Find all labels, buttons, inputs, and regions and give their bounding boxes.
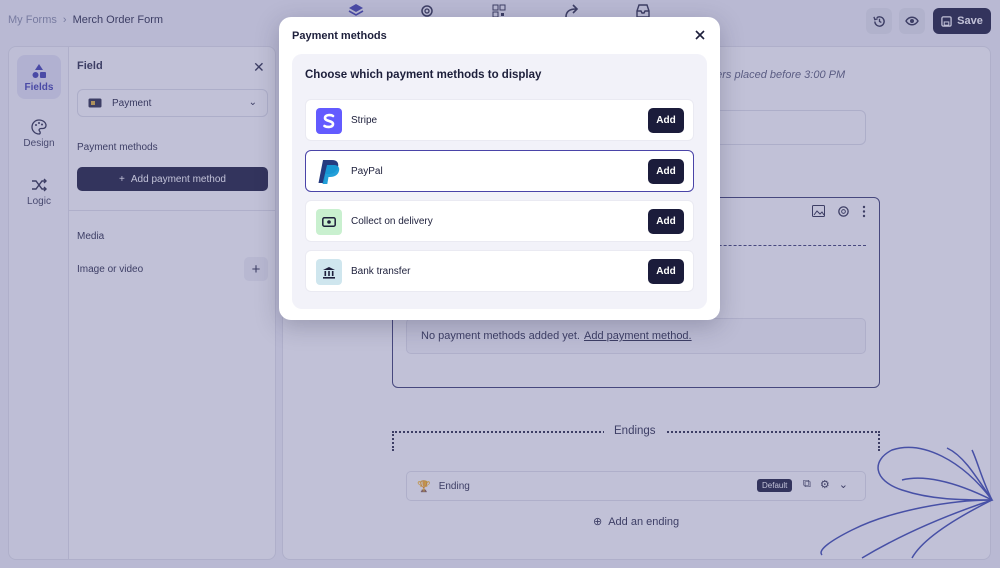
add-stripe-button[interactable]: Add [648, 108, 684, 133]
stripe-icon [316, 108, 342, 134]
payment-method-paypal[interactable]: PayPal Add [305, 150, 694, 192]
modal-body: Choose which payment methods to display … [292, 54, 707, 309]
payment-method-label: Bank transfer [351, 266, 411, 277]
close-icon [695, 30, 705, 40]
add-bank-transfer-button[interactable]: Add [648, 259, 684, 284]
add-paypal-button[interactable]: Add [648, 159, 684, 184]
payment-methods-modal: Payment methods Choose which payment met… [279, 17, 720, 320]
modal-subtitle: Choose which payment methods to display [305, 69, 542, 81]
payment-method-bank-transfer[interactable]: Bank transfer Add [305, 250, 694, 292]
payment-method-label: Stripe [351, 115, 378, 126]
cash-icon [316, 209, 342, 235]
modal-title: Payment methods [292, 30, 387, 42]
payment-method-label: PayPal [351, 166, 383, 177]
paypal-icon [316, 159, 342, 185]
payment-method-collect-on-delivery[interactable]: Collect on delivery Add [305, 200, 694, 242]
payment-method-label: Collect on delivery [351, 216, 433, 227]
bank-icon [316, 259, 342, 285]
add-collect-on-delivery-button[interactable]: Add [648, 209, 684, 234]
payment-method-stripe[interactable]: Stripe Add [305, 99, 694, 141]
close-button[interactable] [692, 27, 708, 43]
